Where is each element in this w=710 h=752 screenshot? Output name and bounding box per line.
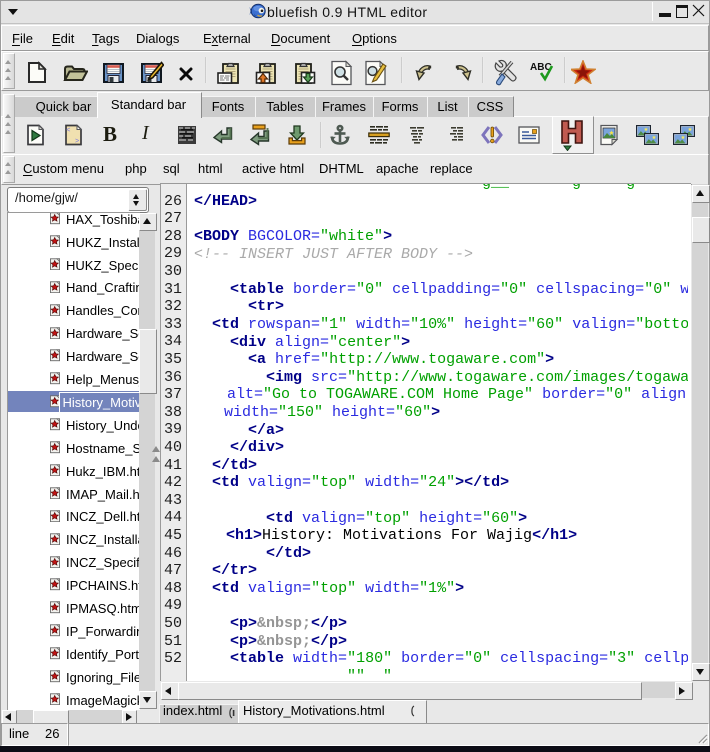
svg-text:>: > — [75, 138, 79, 146]
svg-text:<: < — [66, 127, 70, 135]
